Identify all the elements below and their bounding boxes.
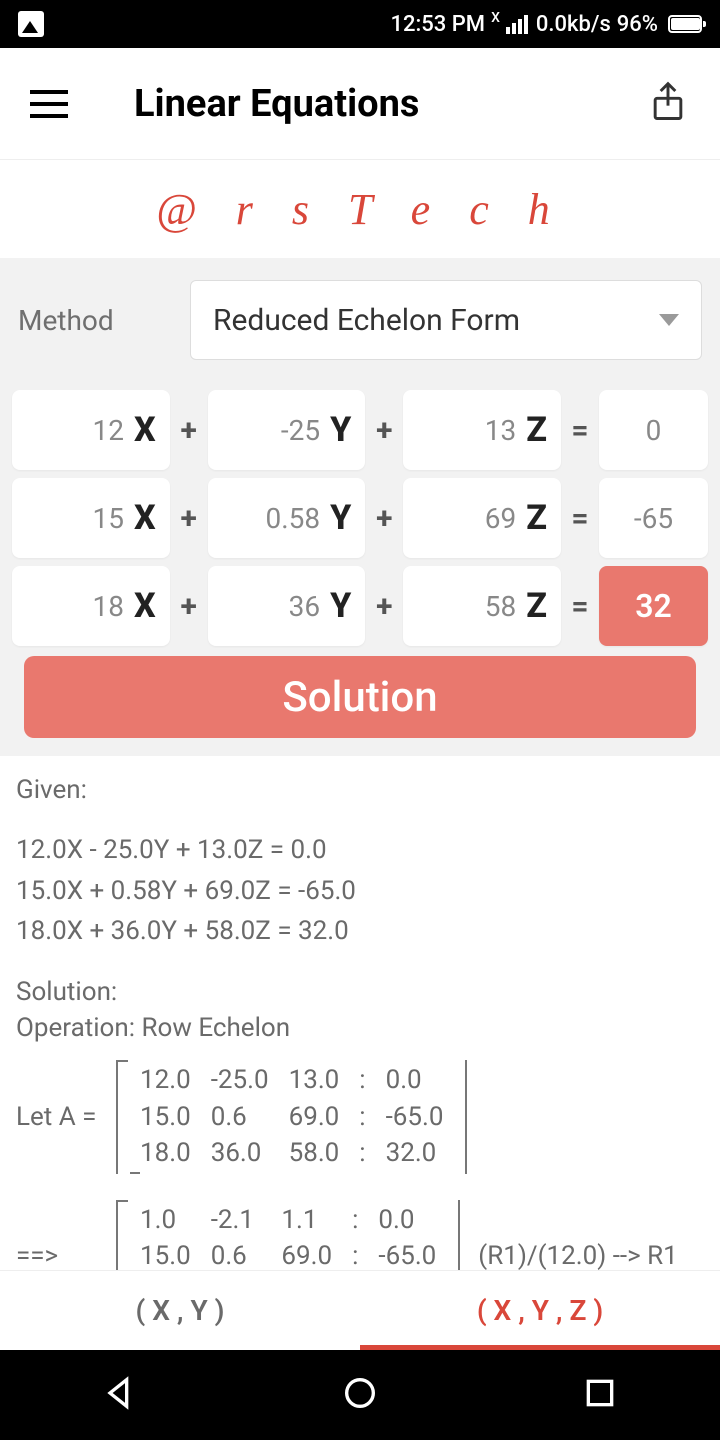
home-button[interactable] [340, 1373, 380, 1417]
equals-op: = [565, 501, 595, 536]
plus-op: + [369, 501, 399, 536]
matrix-block: Let A = 12.0-25.013.0:0.0 15.00.669.0:-6… [16, 1060, 704, 1173]
coef-y-input[interactable]: -25Y [208, 390, 366, 470]
status-bar: 12:53 PM X 0.0kb/s 96% [0, 0, 720, 48]
matrix-lead: ==> [16, 1238, 116, 1270]
coef-y-input[interactable]: 36Y [208, 566, 366, 646]
signal-icon [506, 15, 528, 34]
coef-x-input[interactable]: 18X [12, 566, 170, 646]
rhs-input[interactable]: -65 [599, 478, 708, 558]
method-selected: Reduced Echelon Form [213, 303, 520, 338]
solution-button[interactable]: Solution [24, 656, 696, 738]
tab-xy[interactable]: ( X , Y ) [0, 1271, 360, 1350]
equals-op: = [565, 589, 595, 624]
output-line: 15.0X + 0.58Y + 69.0Z = -65.0 [16, 873, 704, 909]
android-navbar [0, 1350, 720, 1440]
page-title: Linear Equations [134, 82, 419, 126]
method-row: Method Reduced Echelon Form [0, 258, 720, 382]
matrix-block: ==> 1.0-2.11.1:0.0 15.00.669.0:-65.0 18.… [16, 1200, 704, 1270]
output-line: 18.0X + 36.0Y + 58.0Z = 32.0 [16, 913, 704, 949]
share-button[interactable] [646, 80, 690, 128]
tab-xyz[interactable]: ( X , Y , Z ) [360, 1271, 720, 1350]
menu-button[interactable] [30, 90, 74, 118]
row-operation: (R1)/(12.0) --> R1 [478, 1238, 677, 1270]
battery-icon [668, 15, 702, 33]
matrix: 12.0-25.013.0:0.0 15.00.669.0:-65.0 18.0… [116, 1060, 467, 1173]
status-battery: 96% [617, 12, 658, 37]
equation-row: 12X + -25Y + 13Z = 0 [12, 390, 708, 470]
coef-x-input[interactable]: 12X [12, 390, 170, 470]
plus-op: + [174, 589, 204, 624]
equals-op: = [565, 413, 595, 448]
output-line: 12.0X - 25.0Y + 13.0Z = 0.0 [16, 832, 704, 868]
chevron-down-icon [659, 314, 679, 326]
plus-op: + [369, 589, 399, 624]
rhs-input[interactable]: 32 [599, 566, 708, 646]
coef-z-input[interactable]: 58Z [403, 566, 561, 646]
output-solution-header: Solution: [16, 974, 704, 1010]
app-bar: Linear Equations [0, 48, 720, 160]
matrix: 1.0-2.11.1:0.0 15.00.669.0:-65.0 18.036.… [116, 1200, 460, 1270]
brand-banner: @ r s T e c h [0, 160, 720, 258]
output-given-header: Given: [16, 772, 704, 808]
back-button[interactable] [100, 1373, 140, 1417]
status-net: 0.0kb/s [536, 12, 611, 37]
coef-z-input[interactable]: 69Z [403, 478, 561, 558]
plus-op: + [174, 413, 204, 448]
coef-x-input[interactable]: 15X [12, 478, 170, 558]
equation-row: 18X + 36Y + 58Z = 32 [12, 566, 708, 646]
method-label: Method [18, 304, 168, 337]
equation-grid: 12X + -25Y + 13Z = 0 15X + 0.58Y + 69Z =… [0, 382, 720, 756]
plus-op: + [174, 501, 204, 536]
screenshot-icon [18, 11, 44, 37]
method-dropdown[interactable]: Reduced Echelon Form [190, 280, 702, 360]
matrix-lead: Let A = [16, 1099, 116, 1135]
coef-z-input[interactable]: 13Z [403, 390, 561, 470]
brand-text: @ r s T e c h [156, 184, 563, 235]
recents-button[interactable] [580, 1373, 620, 1417]
status-time: 12:53 PM [390, 12, 485, 37]
rhs-input[interactable]: 0 [599, 390, 708, 470]
equation-row: 15X + 0.58Y + 69Z = -65 [12, 478, 708, 558]
bottom-tabs: ( X , Y ) ( X , Y , Z ) [0, 1270, 720, 1350]
plus-op: + [369, 413, 399, 448]
output-operation-header: Operation: Row Echelon [16, 1010, 704, 1046]
solution-output[interactable]: Given: 12.0X - 25.0Y + 13.0Z = 0.0 15.0X… [0, 756, 720, 1270]
coef-y-input[interactable]: 0.58Y [208, 478, 366, 558]
